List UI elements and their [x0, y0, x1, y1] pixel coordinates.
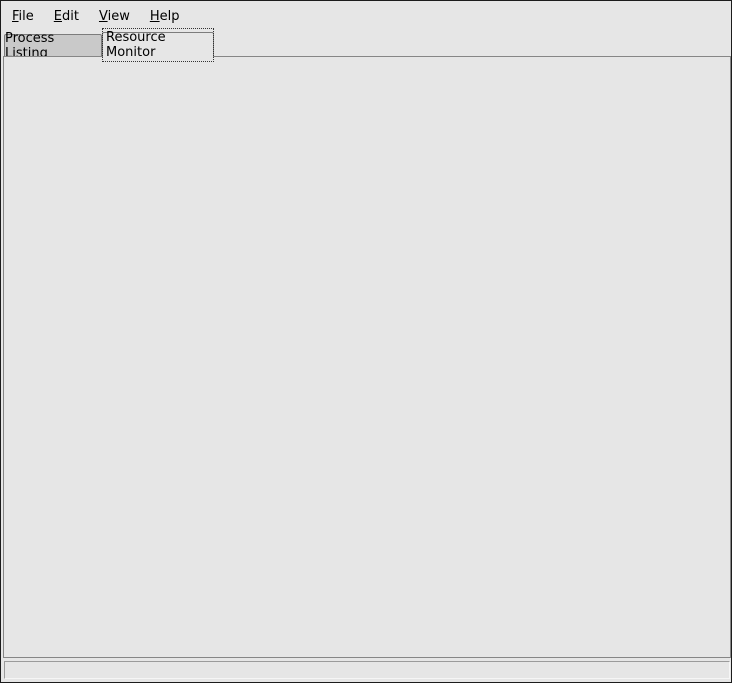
resource-monitor-page — [3, 56, 731, 658]
system-monitor-window: File Edit View Help Process Listing Reso… — [0, 0, 732, 683]
tab-process-listing[interactable]: Process Listing — [4, 34, 102, 57]
menu-view[interactable]: View — [91, 5, 142, 29]
menu-help[interactable]: Help — [142, 5, 192, 29]
statusbar — [4, 661, 730, 679]
tab-resource-monitor[interactable]: Resource Monitor — [102, 32, 214, 57]
menu-file[interactable]: File — [4, 5, 46, 29]
menubar: File Edit View Help — [2, 3, 730, 31]
menu-edit[interactable]: Edit — [46, 5, 91, 29]
